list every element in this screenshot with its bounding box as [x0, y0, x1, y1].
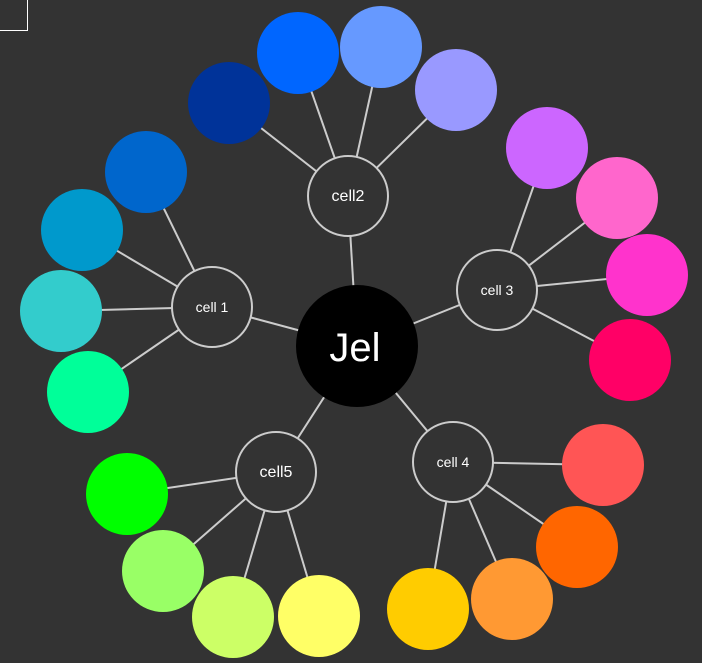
cell4-leaf-node-4[interactable]	[387, 568, 469, 650]
hub-label-cell1: cell 1	[196, 299, 229, 315]
cell5-leaf-node-2[interactable]	[122, 530, 204, 612]
cell2-leaf-node-4[interactable]	[415, 49, 497, 131]
hub-label-cell4: cell 4	[437, 454, 470, 470]
cell3-leaf-node-2[interactable]	[576, 157, 658, 239]
cell3-leaf-node-3[interactable]	[606, 234, 688, 316]
hub-label-cell2: cell2	[332, 188, 365, 205]
cell3-leaf-node-4[interactable]	[589, 319, 671, 401]
cell1-leaf-node-1[interactable]	[105, 131, 187, 213]
hub-node-cell4[interactable]: cell 4	[412, 421, 494, 503]
cell2-leaf-node-3[interactable]	[340, 6, 422, 88]
cell5-leaf-node-4[interactable]	[278, 575, 360, 657]
cell3-leaf-node-1[interactable]	[506, 107, 588, 189]
cell5-leaf-node-1[interactable]	[86, 453, 168, 535]
cell2-leaf-node-1[interactable]	[188, 62, 270, 144]
cell4-leaf-node-2[interactable]	[536, 506, 618, 588]
cell1-leaf-node-4[interactable]	[47, 351, 129, 433]
cell1-leaf-node-3[interactable]	[20, 270, 102, 352]
cell4-leaf-node-1[interactable]	[562, 424, 644, 506]
cell4-leaf-node-3[interactable]	[471, 558, 553, 640]
hub-label-cell5: cell5	[260, 464, 293, 481]
root-layer: Jel	[296, 285, 418, 407]
root-label: Jel	[329, 326, 380, 370]
radial-tree-diagram: cell 1 cell2 cell 3 cell 4 cell5 Jel	[20, 6, 688, 658]
cell5-leaf-node-3[interactable]	[192, 576, 274, 658]
hub-label-cell3: cell 3	[481, 282, 514, 298]
cell1-leaf-node-2[interactable]	[41, 189, 123, 271]
hub-node-cell3[interactable]: cell 3	[456, 249, 538, 331]
hub-node-cell2[interactable]: cell2	[307, 155, 389, 237]
cell2-leaf-node-2[interactable]	[257, 12, 339, 94]
hub-node-cell5[interactable]: cell5	[235, 431, 317, 513]
hub-node-cell1[interactable]: cell 1	[171, 266, 253, 348]
